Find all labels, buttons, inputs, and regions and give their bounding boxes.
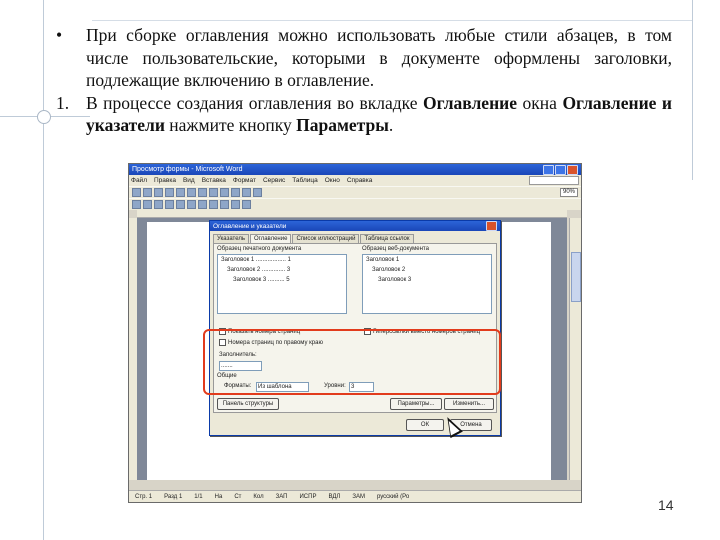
status-ovr: ЗАМ	[352, 493, 365, 500]
tab-figures[interactable]: Список иллюстраций	[292, 234, 360, 243]
print-preview-line: Заголовок 3 .......... 5	[233, 277, 290, 283]
paragraph-text-part: .	[388, 115, 394, 135]
web-preview-line: Заголовок 3	[378, 277, 412, 283]
paragraph-text-part: В процессе создания оглавления во вкладк…	[86, 92, 424, 113]
spelling-icon[interactable]	[187, 188, 196, 197]
word-statusbar: Стр. 1 Разд 1 1/1 На Ст Кол ЗАП ИСПР ВДЛ…	[129, 490, 581, 502]
web-preview-line: Заголовок 1	[366, 257, 400, 263]
print-preview-line: Заголовок 1 .................. 1	[221, 257, 291, 263]
bullet-marker: •	[56, 25, 63, 45]
menu-insert[interactable]: Вставка	[202, 177, 226, 184]
copy-icon[interactable]	[209, 188, 218, 197]
justify-icon[interactable]	[198, 200, 207, 209]
status-page: Стр. 1	[135, 493, 153, 500]
menu-help[interactable]: Справка	[347, 177, 373, 184]
bold-icon[interactable]	[132, 200, 141, 209]
table-icon[interactable]	[253, 188, 262, 197]
paste-icon[interactable]	[220, 188, 229, 197]
dialog-title: Оглавление и указатели	[213, 222, 287, 230]
web-preview-line: Заголовок 2	[372, 267, 406, 273]
status-rec: ЗАП	[275, 493, 288, 500]
status-col: Кол	[253, 493, 264, 500]
numbering-icon[interactable]	[209, 200, 218, 209]
frame-top-line	[92, 20, 692, 21]
dialog-titlebar: Оглавление и указатели	[210, 221, 500, 231]
window-title: Просмотр формы - Microsoft Word	[132, 166, 243, 173]
paragraph-text-part: окна	[517, 92, 563, 113]
menu-table[interactable]: Таблица	[292, 177, 318, 184]
toc-dialog: Оглавление и указатели Указатель Оглавле…	[209, 220, 501, 436]
vertical-scrollbar[interactable]	[569, 218, 581, 480]
tab-index[interactable]: Указатель	[213, 234, 249, 243]
ok-button[interactable]: ОК	[406, 419, 444, 431]
menu-window[interactable]: Окно	[325, 177, 340, 184]
bullet-paragraph: • При сборке оглавления можно использова…	[56, 24, 672, 92]
status-line: Ст	[234, 493, 242, 500]
bold-term: Параметры	[296, 115, 389, 135]
status-count: 1/1	[194, 493, 203, 500]
modify-button[interactable]: Изменить...	[444, 398, 494, 410]
web-preview-label: Образец веб-документа	[362, 246, 429, 252]
align-center-icon[interactable]	[176, 200, 185, 209]
step-number: 1.	[56, 92, 70, 113]
status-at: На	[214, 493, 223, 500]
menu-edit[interactable]: Правка	[154, 177, 176, 184]
font-color-icon[interactable]	[242, 200, 251, 209]
open-icon[interactable]	[143, 188, 152, 197]
paragraph-text-part: нажмите кнопку	[164, 115, 297, 135]
frame-right-line	[692, 0, 693, 180]
print-preview-box: Заголовок 1 .................. 1 Заголов…	[217, 254, 347, 314]
word-toolbar: 90%	[129, 186, 581, 198]
bold-term: Оглавление	[423, 92, 518, 113]
frame-circle-ornament	[37, 110, 51, 124]
maximize-icon[interactable]	[555, 164, 566, 175]
paragraph-text: При сборке оглавления можно использовать…	[86, 25, 672, 90]
numbered-paragraph: 1. В процессе создания оглавления во вкл…	[56, 92, 672, 137]
new-doc-icon[interactable]	[132, 188, 141, 197]
word-titlebar: Просмотр формы - Microsoft Word	[129, 164, 581, 175]
close-icon[interactable]	[567, 164, 578, 175]
frame-vertical-line	[43, 0, 44, 540]
align-left-icon[interactable]	[165, 200, 174, 209]
minimize-icon[interactable]	[543, 164, 554, 175]
params-button[interactable]: Параметры...	[390, 398, 442, 410]
redo-icon[interactable]	[242, 188, 251, 197]
dialog-close-icon[interactable]	[486, 221, 497, 231]
status-trk: ИСПР	[299, 493, 317, 500]
align-right-icon[interactable]	[187, 200, 196, 209]
tab-authorities[interactable]: Таблица ссылок	[360, 234, 414, 243]
bullets-icon[interactable]	[220, 200, 229, 209]
slide-text: • При сборке оглавления можно использова…	[56, 24, 672, 137]
print-preview-line: Заголовок 2 .............. 3	[227, 267, 291, 273]
horizontal-ruler	[137, 209, 567, 218]
status-section: Разд 1	[164, 493, 183, 500]
outline-toolbar-button[interactable]: Панель структуры	[217, 398, 279, 410]
cut-icon[interactable]	[198, 188, 207, 197]
print-icon[interactable]	[165, 188, 174, 197]
word-screenshot: Просмотр формы - Microsoft Word Файл Пра…	[128, 163, 582, 503]
preview-icon[interactable]	[176, 188, 185, 197]
highlight-icon[interactable]	[231, 200, 240, 209]
highlight-frame	[203, 329, 501, 395]
zoom-select[interactable]: 90%	[559, 188, 578, 197]
save-icon[interactable]	[154, 188, 163, 197]
help-search-input[interactable]	[529, 176, 579, 185]
dialog-tabs: Указатель Оглавление Список иллюстраций …	[210, 231, 500, 243]
word-menubar: Файл Правка Вид Вставка Формат Сервис Та…	[129, 175, 581, 186]
menu-format[interactable]: Формат	[233, 177, 256, 184]
web-preview-box: Заголовок 1 Заголовок 2 Заголовок 3	[362, 254, 492, 314]
menu-file[interactable]: Файл	[131, 177, 147, 184]
underline-icon[interactable]	[154, 200, 163, 209]
undo-icon[interactable]	[231, 188, 240, 197]
menu-view[interactable]: Вид	[183, 177, 195, 184]
status-language: русский (Ро	[376, 493, 410, 500]
italic-icon[interactable]	[143, 200, 152, 209]
scroll-thumb[interactable]	[571, 252, 581, 302]
print-preview-label: Образец печатного документа	[217, 246, 302, 252]
menu-tools[interactable]: Сервис	[263, 177, 285, 184]
status-ext: ВДЛ	[328, 493, 341, 500]
page-number: 14	[658, 497, 674, 513]
tab-toc[interactable]: Оглавление	[249, 234, 292, 243]
